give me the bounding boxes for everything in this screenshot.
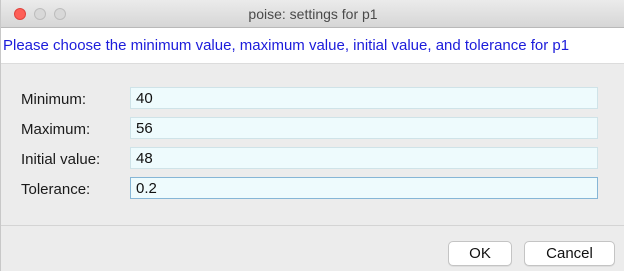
button-divider	[1, 225, 624, 226]
tolerance-label: Tolerance:	[21, 181, 91, 198]
cancel-button[interactable]: Cancel	[524, 241, 615, 266]
maximum-row: Maximum:	[1, 117, 624, 141]
settings-dialog: poise: settings for p1 Please choose the…	[0, 0, 624, 271]
initial-value-input[interactable]	[130, 147, 598, 169]
ok-button[interactable]: OK	[448, 241, 512, 266]
prompt-bar: Please choose the minimum value, maximum…	[1, 28, 624, 64]
minimum-input[interactable]	[130, 87, 598, 109]
window-title: poise: settings for p1	[248, 6, 378, 22]
maximum-label: Maximum:	[21, 121, 91, 138]
prompt-text: Please choose the minimum value, maximum…	[3, 37, 570, 54]
tolerance-row: Tolerance:	[1, 177, 624, 201]
minimum-row: Minimum:	[1, 87, 624, 111]
title-bar[interactable]: poise: settings for p1	[1, 0, 624, 28]
initial-value-row: Initial value:	[1, 147, 624, 171]
minimum-label: Minimum:	[21, 91, 87, 108]
initial-value-label: Initial value:	[21, 151, 101, 168]
tolerance-input[interactable]	[130, 177, 598, 199]
maximum-input[interactable]	[130, 117, 598, 139]
